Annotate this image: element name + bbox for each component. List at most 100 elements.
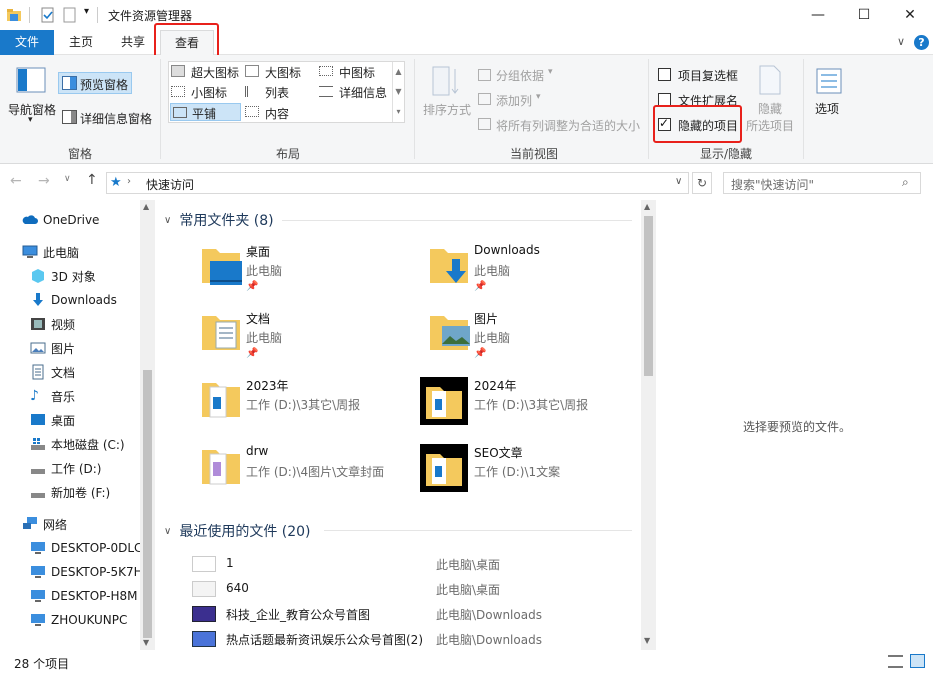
tab-file[interactable]: 文件	[0, 30, 54, 55]
content-icon	[245, 106, 259, 117]
add-column-button[interactable]: 添加列	[496, 92, 532, 109]
folder-tile-2024[interactable]: 2024年 工作 (D:)\3其它\周报	[386, 377, 606, 435]
tab-share[interactable]: 共享	[108, 30, 158, 55]
tile-path: 此电脑	[246, 331, 283, 345]
sidebar-item-label: DESKTOP-H8M	[51, 589, 138, 603]
address-bar[interactable]: ★ › 快速访问 ∨	[106, 172, 689, 194]
file-explorer-window: ▾ 文件资源管理器 — ☐ ✕ 文件 主页 共享 查看 ∨ ? 导航窗格 ▾ 预…	[0, 0, 933, 674]
new-folder-icon[interactable]	[62, 7, 78, 23]
title-bar: ▾ 文件资源管理器 — ☐ ✕	[0, 0, 933, 30]
search-icon[interactable]: ⌕	[902, 175, 909, 190]
fit-columns-button[interactable]: 将所有列调整为合适的大小	[496, 117, 640, 134]
sidebar-item-label: 3D 对象	[51, 269, 96, 284]
cloud-icon	[22, 215, 38, 224]
pin-icon[interactable]: 📌	[246, 348, 258, 359]
list-item[interactable]: 科技_企业_教育公众号首图 此电脑\Downloads	[192, 603, 632, 625]
file-list: ∨ 常用文件夹 (8) 桌面 此电脑 📌 Downloads 此电脑 📌 文档 …	[158, 200, 643, 650]
customize-qat-icon[interactable]: ▾	[84, 6, 89, 17]
pin-icon[interactable]: 📌	[474, 348, 486, 359]
desktop-folder-icon	[202, 249, 242, 285]
list-item[interactable]: 热点话题最新资讯娱乐公众号首图(2) 此电脑\Downloads	[192, 628, 632, 650]
sidebar-item-label: 文档	[51, 365, 76, 380]
help-icon[interactable]: ?	[914, 35, 929, 50]
address-dropdown-icon[interactable]: ∨	[675, 176, 682, 187]
ribbon-expand-icon[interactable]: ∨	[897, 35, 905, 48]
layout-details[interactable]: 详细信息	[319, 83, 399, 100]
list-item[interactable]: 640 此电脑\桌面	[192, 578, 632, 600]
layout-tiles[interactable]: 平铺	[170, 103, 241, 121]
layout-scroll[interactable]: ▲ ▼ ▾	[392, 62, 404, 122]
recent-files-header[interactable]: ∨ 最近使用的文件 (20)	[164, 521, 311, 541]
image-file-icon	[192, 556, 216, 572]
details-view-icon[interactable]	[888, 655, 903, 668]
large-icons-view-icon[interactable]	[910, 654, 925, 668]
item-count: 28 个项目	[14, 657, 70, 671]
desktop-icon	[31, 414, 45, 425]
sort-by-button[interactable]: 排序方式	[423, 101, 471, 118]
folder-tile-documents[interactable]: 文档 此电脑 📌	[158, 310, 378, 368]
nav-scrollbar-thumb[interactable]	[143, 370, 152, 638]
options-button[interactable]: 选项	[815, 100, 839, 117]
group-by-button[interactable]: 分组依据	[496, 67, 544, 84]
folder-tile-drw[interactable]: drw 工作 (D:)\4图片\文章封面	[158, 444, 384, 502]
navigation-bar: ← → ∨ ↑ ★ › 快速访问 ∨ ↻ 搜索"快速访问" ⌕	[0, 164, 933, 200]
collapse-chevron-icon[interactable]: ∨	[164, 526, 171, 537]
minimize-button[interactable]: —	[795, 0, 841, 30]
sidebar-item-label: DESKTOP-0DLC	[51, 541, 140, 555]
layout-details-label: 详细信息	[339, 86, 388, 100]
properties-icon[interactable]	[40, 7, 56, 23]
folder-tile-pictures[interactable]: 图片 此电脑 📌	[386, 310, 606, 368]
sidebar-item-network-pc[interactable]: DESKTOP-5K7H	[30, 560, 140, 584]
content-scrollbar-thumb[interactable]	[644, 216, 653, 376]
hide-button[interactable]: 隐藏	[758, 100, 782, 117]
tile-path: 工作 (D:)\3其它\周报	[246, 398, 361, 412]
layout-medium[interactable]: 中图标	[319, 63, 399, 80]
forward-icon[interactable]: →	[38, 173, 50, 189]
layout-large[interactable]: 大图标	[245, 63, 313, 80]
layout-content[interactable]: 内容	[245, 103, 313, 121]
frequent-folders-header[interactable]: ∨ 常用文件夹 (8)	[164, 210, 274, 230]
back-icon[interactable]: ←	[10, 173, 22, 189]
sidebar-item-network-pc[interactable]: DESKTOP-H8M	[30, 584, 140, 608]
folder-tile-seo[interactable]: SEO文章 工作 (D:)\1文案	[386, 444, 606, 502]
item-checkboxes-checkbox[interactable]	[658, 68, 671, 81]
recent-file-name: 热点话题最新资讯娱乐公众号首图(2)	[226, 633, 423, 647]
layout-small[interactable]: 小图标	[171, 83, 239, 100]
folder-tile-2023[interactable]: 2023年 工作 (D:)\3其它\周报	[158, 377, 378, 435]
options-icon	[816, 68, 842, 94]
details-pane-button[interactable]: 详细信息窗格	[80, 110, 152, 127]
group-pane-label: 窗格	[67, 147, 92, 161]
breadcrumb-separator-icon[interactable]: ›	[127, 176, 131, 187]
layout-extra-large[interactable]: 超大图标	[171, 63, 239, 80]
selected-items-label: 所选项目	[746, 119, 795, 133]
pin-icon[interactable]: 📌	[474, 281, 486, 292]
tile-path: 此电脑	[474, 331, 511, 345]
content-scrollbar[interactable]: ▲ ▼	[641, 200, 656, 650]
nav-network-label: 网络	[43, 517, 68, 532]
folder-tile-downloads[interactable]: Downloads 此电脑 📌	[386, 243, 606, 301]
music-note-icon: ♪	[30, 388, 39, 404]
recent-file-path: 此电脑\Downloads	[436, 633, 542, 647]
sidebar-item-network-pc[interactable]: ZHOUKUNPC	[30, 608, 140, 632]
breadcrumb-path[interactable]: 快速访问	[146, 176, 194, 193]
recent-locations-icon[interactable]: ∨	[64, 174, 71, 184]
group-show-hide-label: 显示/隐藏	[699, 147, 753, 161]
up-icon[interactable]: ↑	[86, 172, 98, 188]
folder-tile-desktop[interactable]: 桌面 此电脑 📌	[158, 243, 378, 301]
nav-scrollbar[interactable]: ▲ ▼	[140, 200, 155, 650]
details-icon	[319, 86, 333, 97]
close-button[interactable]: ✕	[887, 0, 933, 30]
tile-path: 工作 (D:)\4图片\文章封面	[246, 465, 385, 479]
preview-pane-button[interactable]: 预览窗格	[58, 72, 132, 94]
search-input[interactable]: 搜索"快速访问" ⌕	[723, 172, 921, 194]
tab-home[interactable]: 主页	[56, 30, 106, 55]
film-icon	[31, 318, 45, 330]
pin-icon[interactable]: 📌	[246, 281, 258, 292]
collapse-chevron-icon[interactable]: ∨	[164, 215, 171, 226]
sidebar-item-network-pc[interactable]: DESKTOP-0DLC	[30, 536, 140, 560]
layout-extra-large-label: 超大图标	[191, 66, 240, 80]
layout-list[interactable]: 列表	[245, 83, 313, 100]
maximize-button[interactable]: ☐	[841, 0, 887, 30]
list-item[interactable]: 1 此电脑\桌面	[192, 553, 632, 575]
refresh-icon[interactable]: ↻	[692, 172, 712, 194]
